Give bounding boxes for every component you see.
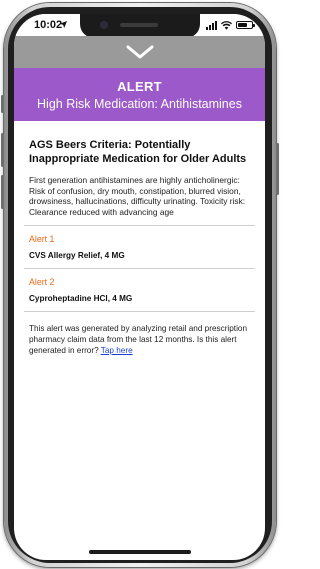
notch (80, 14, 200, 38)
alert-header: ALERT High Risk Medication: Antihistamin… (14, 68, 265, 121)
chevron-down-icon[interactable] (125, 44, 155, 60)
divider (24, 311, 255, 312)
footer-text: This alert was generated by analyzing re… (29, 324, 250, 356)
battery-level (238, 23, 247, 27)
alert-title: ALERT (117, 79, 162, 94)
criteria-description: First generation antihistamines are high… (29, 175, 246, 217)
alert-label: Alert 1 (29, 234, 55, 244)
status-icons (206, 20, 255, 30)
power-button (276, 143, 279, 195)
wifi-icon (221, 20, 232, 30)
divider (24, 268, 255, 269)
drug-name: CVS Allergy Relief, 4 MG (29, 251, 125, 260)
home-indicator[interactable] (89, 550, 191, 554)
footer-message: This alert was generated by analyzing re… (29, 324, 247, 355)
volume-down-button (1, 175, 4, 209)
earpiece-speaker (120, 23, 158, 27)
drug-name: Cyproheptadine HCl, 4 MG (29, 294, 133, 303)
alert-item: Alert 1 CVS Allergy Relief, 4 MG (14, 234, 265, 260)
status-bar: 10:02 (14, 14, 265, 38)
location-arrow-icon (60, 21, 67, 28)
alert-label: Alert 2 (29, 277, 55, 287)
dismiss-bar[interactable] (14, 36, 265, 68)
phone-screen: 10:02 ALERT High Risk Medication: Antihi… (14, 14, 265, 560)
alert-item: Alert 2 Cyproheptadine HCl, 4 MG (14, 277, 265, 303)
volume-up-button (1, 133, 4, 167)
cellular-signal-icon (206, 20, 217, 30)
front-camera (100, 21, 108, 29)
alert-content: AGS Beers Criteria: Potentially Inapprop… (14, 121, 265, 560)
divider (24, 225, 255, 226)
status-time: 10:02 (34, 19, 63, 31)
alert-subtitle: High Risk Medication: Antihistamines (37, 97, 242, 111)
tap-here-link[interactable]: Tap here (101, 346, 133, 355)
criteria-title: AGS Beers Criteria: Potentially Inapprop… (29, 139, 247, 165)
mute-switch (1, 95, 4, 113)
battery-icon (236, 21, 255, 29)
